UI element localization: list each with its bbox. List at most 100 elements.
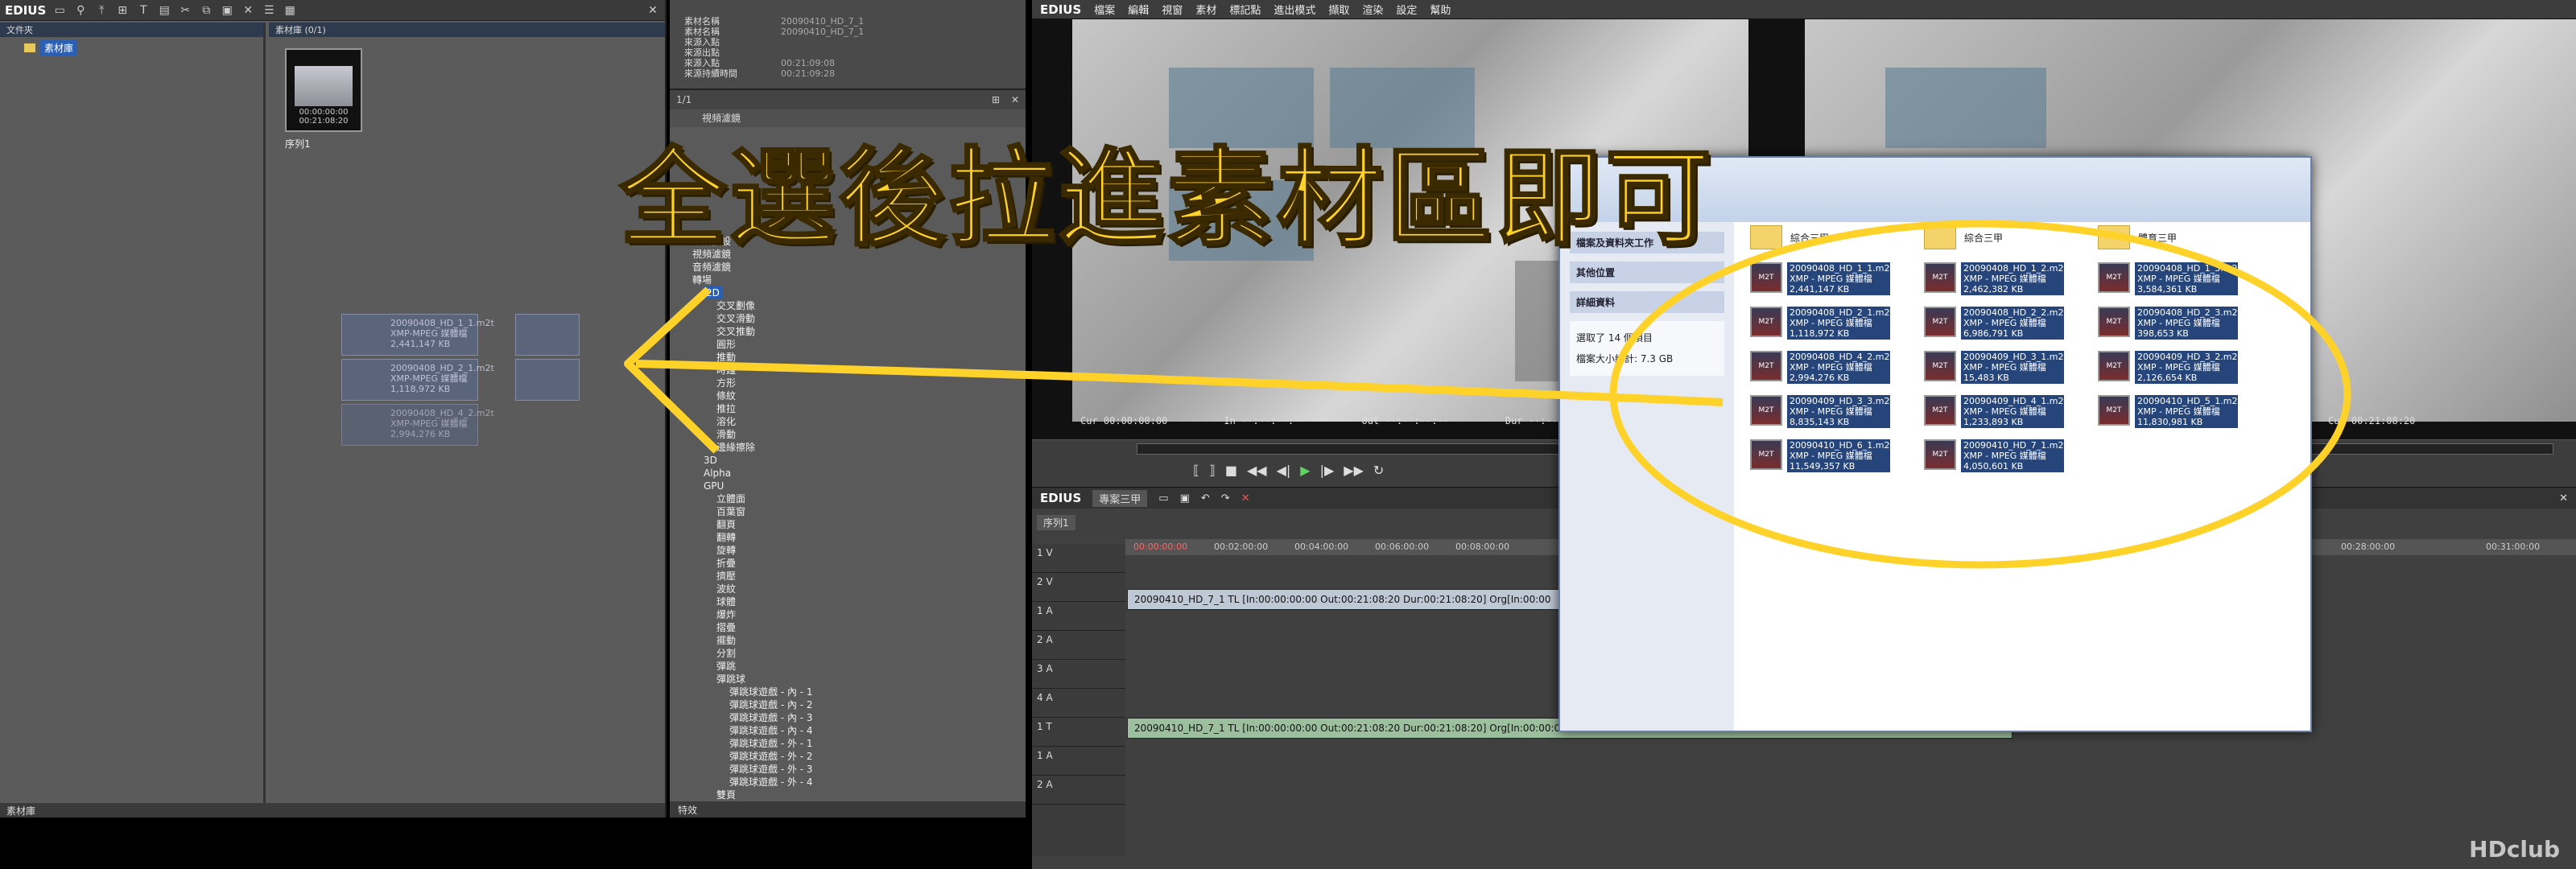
effect-tree-item[interactable]: 圓形 — [692, 338, 1009, 351]
task-header[interactable]: 詳細資料 — [1570, 291, 1724, 313]
effect-tree-item[interactable]: 摺疊 — [692, 621, 1009, 634]
file-item[interactable]: M2T 20090409_HD_4_1.m2t XMP - MPEG 媒體檔 1,23… — [1924, 395, 2067, 428]
menu-item[interactable]: 進出模式 — [1274, 2, 1315, 17]
copy-icon[interactable]: ⧉ — [199, 4, 213, 17]
loop-icon[interactable]: ↻ — [1373, 463, 1384, 478]
redo-icon[interactable]: ↷ — [1221, 492, 1230, 505]
root-folder[interactable]: 素材庫 — [24, 40, 78, 56]
effect-tree-item[interactable]: 彈跳球遊戲 - 內 - 3 — [692, 711, 1009, 724]
effect-tree-item[interactable]: 折疊 — [692, 557, 1009, 570]
set-out-icon[interactable]: ⟧ — [1209, 463, 1216, 478]
color-bar-icon[interactable]: ▤ — [157, 4, 171, 17]
file-item[interactable]: M2T 20090409_HD_3_1.m2t XMP - MPEG 媒體檔 15,4… — [1924, 351, 2067, 384]
file-item[interactable]: M2T 20090410_HD_7_1.m2t XMP - MPEG 媒體檔 4,05… — [1924, 439, 2067, 472]
effects-tree[interactable]: 系統預設 視頻濾鏡 音頻濾鏡 轉場 2D 交叉劃像 交叉滑動 交叉推動 圓形 推動 時鐘 方形 條紋 推拉… — [692, 235, 1009, 801]
effect-tree-item[interactable]: 立體面 — [692, 492, 1009, 505]
effect-tree-item[interactable]: 球體 — [692, 595, 1009, 608]
effect-tree-item[interactable]: 交叉滑動 — [692, 312, 1009, 325]
effect-tree-item[interactable]: 邊緣擦除 — [692, 441, 1009, 454]
effect-tree-item[interactable]: 彈跳球遊戲 - 外 - 2 — [692, 750, 1009, 763]
step-back-icon[interactable]: ◀| — [1277, 463, 1291, 478]
effect-tree-item[interactable]: 彈跳 — [692, 660, 1009, 673]
tree-icon[interactable]: ⊞ — [992, 94, 1000, 105]
up-icon[interactable]: ⤒ — [94, 4, 109, 17]
file-item[interactable]: M2T 20090408_HD_2_1.m2t XMP - MPEG 媒體檔 1,11… — [1750, 307, 1893, 340]
effect-tree-item[interactable]: 雙頁 — [692, 789, 1009, 801]
effect-tree-item[interactable]: Alpha — [692, 467, 1009, 480]
effect-tree-item[interactable]: 轉場 — [692, 274, 1009, 286]
effect-tree-item[interactable]: 溶化 — [692, 415, 1009, 428]
menu-item[interactable]: 渲染 — [1362, 2, 1383, 17]
save-icon[interactable]: ▣ — [1180, 492, 1190, 505]
effect-tree-item[interactable]: 擺動 — [692, 634, 1009, 647]
effect-tree-item[interactable]: 方形 — [692, 377, 1009, 389]
effect-tree-item[interactable]: 彈跳球 — [692, 673, 1009, 686]
effect-tree-item[interactable]: 波紋 — [692, 583, 1009, 595]
menu-item[interactable]: 設定 — [1396, 2, 1417, 17]
menu-item[interactable]: 編輯 — [1128, 2, 1149, 17]
fast-forward-icon[interactable]: ▶▶ — [1344, 463, 1364, 478]
stop-icon[interactable]: ■ — [1225, 463, 1237, 478]
track-header[interactable]: 2 A — [1032, 776, 1125, 805]
rewind-icon[interactable]: ◀◀ — [1247, 463, 1267, 478]
track-header[interactable]: 3 A — [1032, 660, 1125, 689]
folder-item[interactable]: 綜合三甲 — [1924, 225, 2003, 249]
delete-icon[interactable]: ✕ — [1241, 492, 1250, 505]
effect-tree-item[interactable]: 滑動 — [692, 428, 1009, 441]
file-item[interactable]: M2T 20090410_HD_6_1.m2t XMP - MPEG 媒體檔 11,5… — [1750, 439, 1893, 472]
menu-item[interactable]: 擷取 — [1328, 2, 1349, 17]
effect-tree-item[interactable]: 翻頁 — [692, 518, 1009, 531]
menu-item[interactable]: 素材 — [1195, 2, 1216, 17]
file-item[interactable]: M2T 20090408_HD_1_3.m2t XMP - MPEG 媒體檔 3,58… — [2098, 262, 2241, 295]
effect-tree-item[interactable]: 彈跳球遊戲 - 外 - 1 — [692, 737, 1009, 750]
file-item[interactable]: M2T 20090408_HD_4_2.m2t XMP - MPEG 媒體檔 2,99… — [1750, 351, 1893, 384]
effect-tree-item[interactable]: 彈跳球遊戲 - 內 - 4 — [692, 724, 1009, 737]
track-header[interactable]: 1 T — [1032, 718, 1125, 747]
effect-tree-item[interactable]: 條紋 — [692, 389, 1009, 402]
properties-icon[interactable]: ☰ — [262, 4, 276, 17]
step-forward-icon[interactable]: |▶ — [1320, 463, 1335, 478]
delete-icon[interactable]: ✕ — [241, 4, 255, 17]
effect-tree-item[interactable]: GPU — [692, 480, 1009, 492]
track-header[interactable]: 2 A — [1032, 631, 1125, 660]
file-item[interactable]: M2T 20090408_HD_2_3.m2t XMP - MPEG 媒體檔 398,… — [2098, 307, 2241, 340]
track-header[interactable]: 1 A — [1032, 602, 1125, 631]
folder-item[interactable]: 綜合三甲 — [1750, 225, 1829, 249]
effect-tree-item[interactable]: 交叉推動 — [692, 325, 1009, 338]
cut-icon[interactable]: ✂ — [178, 4, 192, 17]
track-header[interactable]: 1 A — [1032, 747, 1125, 776]
effect-tree-item[interactable]: 爆炸 — [692, 608, 1009, 621]
close-icon[interactable]: ✕ — [2559, 492, 2568, 505]
file-item[interactable]: M2T 20090408_HD_1_2.m2t XMP - MPEG 媒體檔 2,46… — [1924, 262, 2067, 295]
sequence-thumbnail[interactable]: 00:00:00:00 00:21:08:20 — [285, 48, 362, 132]
effect-tree-item[interactable]: 分割 — [692, 647, 1009, 660]
view-icon[interactable]: ▦ — [283, 4, 297, 17]
folder-item[interactable]: 體育三甲 — [2098, 225, 2177, 249]
effect-tree-item[interactable]: 2D — [692, 286, 1009, 299]
file-item[interactable]: M2T 20090408_HD_1_1.m2t XMP - MPEG 媒體檔 2,44… — [1750, 262, 1893, 295]
effect-tree-item[interactable]: 時鐘 — [692, 364, 1009, 377]
effect-tree-item[interactable]: 推拉 — [692, 402, 1009, 415]
effect-tree-item[interactable]: 交叉劃像 — [692, 299, 1009, 312]
effect-tree-item[interactable]: 3D — [692, 454, 1009, 467]
search-icon[interactable]: ⚲ — [73, 4, 88, 17]
effect-tree-item[interactable]: 彈跳球遊戲 - 內 - 1 — [692, 686, 1009, 698]
play-icon[interactable]: ▶ — [1300, 463, 1310, 478]
close-icon[interactable]: ✕ — [646, 4, 660, 17]
file-item[interactable]: M2T 20090409_HD_3_2.m2t XMP - MPEG 媒體檔 2,12… — [2098, 351, 2241, 384]
menu-item[interactable]: 視窗 — [1162, 2, 1183, 17]
add-clip-icon[interactable]: ⊞ — [115, 4, 130, 17]
clip-area[interactable]: 素材庫 (0/1) 00:00:00:00 00:21:08:20 序列1 20… — [269, 23, 665, 803]
effect-tree-item[interactable]: 彈跳球遊戲 - 外 - 4 — [692, 776, 1009, 789]
effect-tree-item[interactable]: 百葉窗 — [692, 505, 1009, 518]
file-item[interactable]: M2T 20090410_HD_5_1.m2t XMP - MPEG 媒體檔 11,8… — [2098, 395, 2241, 428]
new-icon[interactable]: ▭ — [1158, 492, 1168, 505]
folder-icon[interactable]: ▭ — [52, 4, 67, 17]
menu-item[interactable]: 檔案 — [1094, 2, 1115, 17]
title-icon[interactable]: T — [136, 4, 151, 17]
close-icon[interactable]: ✕ — [1011, 94, 1019, 105]
effect-tree-item[interactable]: 翻轉 — [692, 531, 1009, 544]
sequence-tab[interactable]: 序列1 — [1037, 515, 1075, 530]
effect-tree-item[interactable]: 旋轉 — [692, 544, 1009, 557]
menu-item[interactable]: 幫助 — [1430, 2, 1451, 17]
